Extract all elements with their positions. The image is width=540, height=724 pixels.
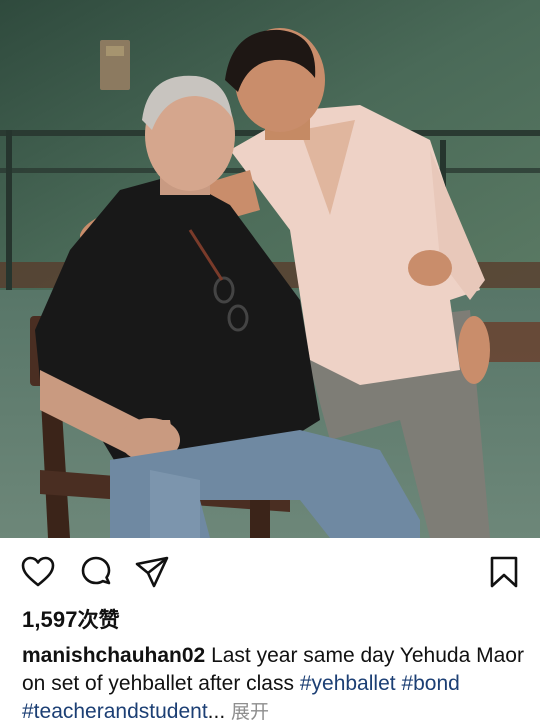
bookmark-icon[interactable] bbox=[486, 554, 522, 590]
speech-bubble-icon[interactable] bbox=[78, 554, 114, 590]
hashtag-link[interactable]: #bond bbox=[401, 672, 459, 695]
hashtag-link[interactable]: #teacherandstudent bbox=[22, 700, 208, 723]
post-actions-bar bbox=[0, 538, 540, 604]
photo-illustration bbox=[0, 0, 540, 538]
expand-caption-button[interactable]: 展开 bbox=[231, 701, 269, 723]
caption-ellipsis: ... bbox=[207, 700, 226, 723]
like-count-unit: 次赞 bbox=[77, 608, 120, 632]
hashtag-link[interactable]: #yehballet bbox=[300, 672, 396, 695]
paper-plane-icon[interactable] bbox=[134, 554, 170, 590]
post-caption: manishchauhan02 Last year same day Yehud… bbox=[22, 642, 532, 724]
instagram-post: 1,597次赞 manishchauhan02 Last year same d… bbox=[0, 0, 540, 724]
heart-icon[interactable] bbox=[20, 554, 56, 590]
like-count[interactable]: 1,597次赞 bbox=[22, 604, 120, 634]
caption-username[interactable]: manishchauhan02 bbox=[22, 644, 205, 667]
post-photo[interactable] bbox=[0, 0, 540, 538]
like-count-number: 1,597 bbox=[22, 607, 78, 632]
